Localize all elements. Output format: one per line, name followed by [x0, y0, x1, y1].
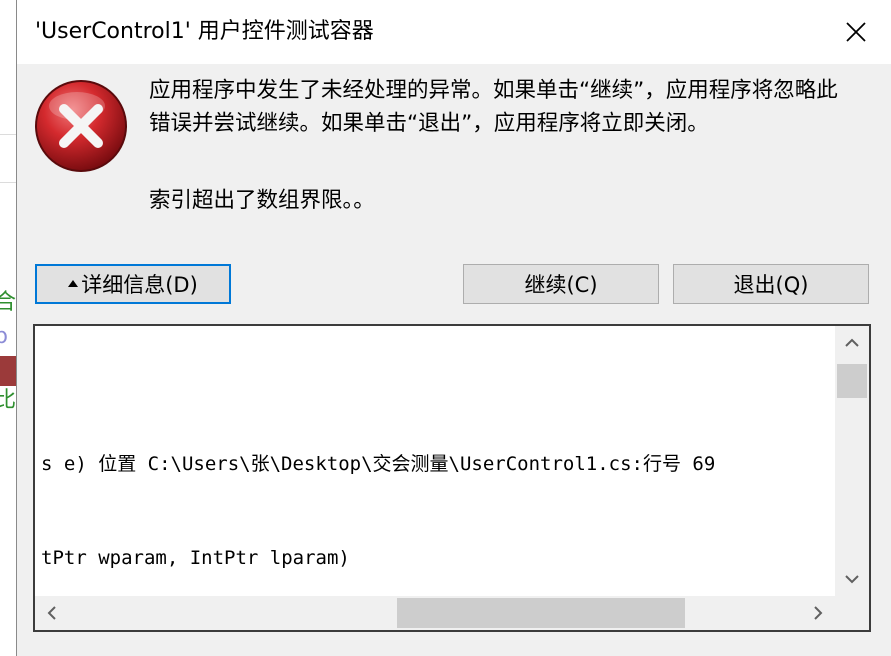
- chevron-right-icon: [814, 606, 823, 620]
- background-text: b: [0, 324, 8, 349]
- chevron-left-icon: [47, 606, 56, 620]
- background-divider: [0, 134, 16, 135]
- error-dialog: 'UserControl1' 用户控件测试容器 应用程序中发生了未经处理的异常。…: [16, 0, 891, 656]
- error-icon: [35, 80, 127, 172]
- background-divider: [0, 182, 16, 183]
- horizontal-scrollbar[interactable]: [35, 596, 835, 630]
- title-bar[interactable]: 'UserControl1' 用户控件测试容器: [17, 0, 891, 64]
- vertical-scroll-thumb[interactable]: [837, 364, 867, 398]
- details-button[interactable]: 详细信息(D): [35, 264, 231, 304]
- chevron-up-icon: [845, 338, 859, 347]
- chevron-down-icon: [845, 575, 859, 584]
- details-textbox[interactable]: s e) 位置 C:\Users\张\Desktop\交会测量\UserCont…: [33, 324, 871, 632]
- scroll-down-button[interactable]: [835, 562, 869, 596]
- close-button[interactable]: [821, 0, 891, 64]
- background-text: 合: [0, 290, 16, 315]
- exception-message: 索引超出了数组界限。。: [149, 188, 375, 213]
- window-title: 'UserControl1' 用户控件测试容器: [35, 19, 374, 44]
- close-icon: [846, 22, 866, 42]
- vertical-scrollbar[interactable]: [835, 326, 869, 596]
- background-text: 比: [0, 388, 16, 413]
- horizontal-scroll-thumb[interactable]: [397, 598, 685, 628]
- scrollbar-corner: [835, 596, 869, 630]
- scroll-right-button[interactable]: [801, 596, 835, 630]
- stack-trace-line: tPtr wparam, IntPtr lparam): [41, 547, 350, 569]
- caret-up-icon: [68, 279, 79, 287]
- details-button-label: 详细信息(D): [81, 273, 198, 297]
- quit-button[interactable]: 退出(Q): [673, 264, 869, 304]
- background-window-fragment: 合 b 比: [0, 0, 16, 656]
- scroll-left-button[interactable]: [35, 596, 69, 630]
- continue-button[interactable]: 继续(C): [463, 264, 659, 304]
- details-button-content: 详细信息(D): [43, 269, 223, 299]
- error-message: 应用程序中发生了未经处理的异常。如果单击“继续”，应用程序将忽略此错误并尝试继续…: [149, 78, 838, 136]
- scroll-up-button[interactable]: [835, 326, 869, 360]
- background-highlight: [0, 356, 16, 386]
- stack-trace-line: s e) 位置 C:\Users\张\Desktop\交会测量\UserCont…: [41, 453, 716, 475]
